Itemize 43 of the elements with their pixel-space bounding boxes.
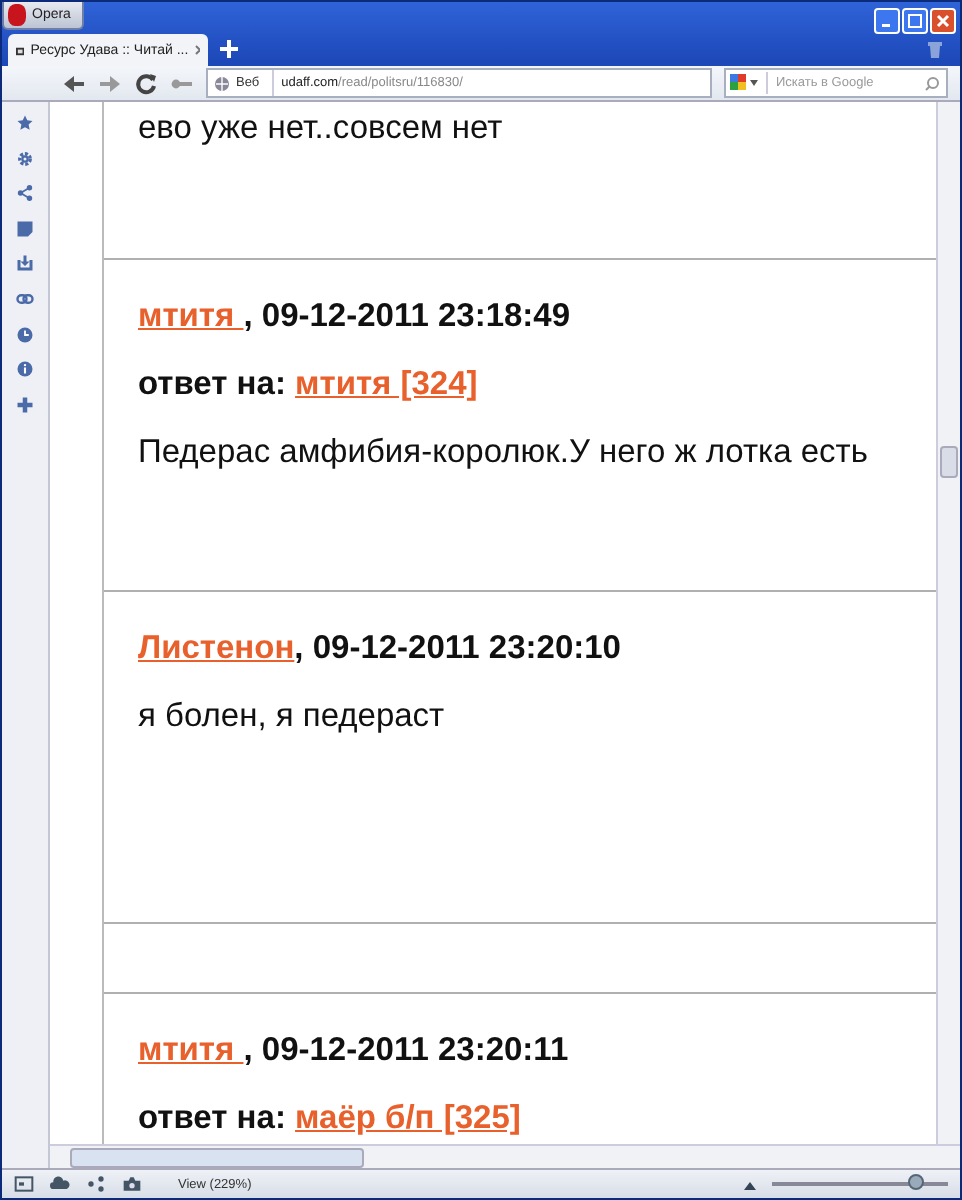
download-icon[interactable]	[16, 254, 34, 273]
comment-date: , 09-12-2011 23:20:10	[294, 630, 621, 666]
reply-label: ответ на:	[138, 366, 286, 402]
globe-icon	[214, 75, 230, 91]
info-icon[interactable]	[16, 360, 34, 379]
vertical-scrollbar[interactable]	[936, 102, 960, 1144]
horizontal-scrollbar[interactable]	[50, 1144, 960, 1168]
comment-text: ево уже нет..совсем нет	[138, 110, 503, 146]
camera-icon[interactable]	[122, 1174, 142, 1194]
cloud-icon[interactable]	[50, 1174, 70, 1194]
opera-logo-icon	[8, 4, 26, 26]
note-icon[interactable]	[16, 219, 34, 238]
reply-link[interactable]: маёр б/п [325]	[295, 1100, 521, 1136]
slider-thumb[interactable]	[908, 1174, 925, 1190]
reply-link[interactable]: мтитя [324]	[295, 366, 478, 402]
search-engine-icon[interactable]	[730, 74, 758, 92]
maximize-icon	[908, 14, 922, 28]
zoom-menu-icon[interactable]	[744, 1179, 756, 1189]
reload-icon[interactable]	[134, 71, 158, 95]
share-icon[interactable]	[86, 1174, 106, 1194]
close-button[interactable]	[930, 8, 956, 34]
add-icon[interactable]	[16, 395, 34, 414]
author-link[interactable]: мтитя	[138, 298, 244, 334]
new-tab-icon[interactable]	[220, 39, 238, 57]
share-icon[interactable]	[16, 184, 34, 203]
trash-icon[interactable]	[926, 39, 944, 57]
maximize-button[interactable]	[902, 8, 928, 34]
panel-icon[interactable]	[14, 1174, 34, 1194]
comment-text: Педерас амфибия-королюк.У него ж лотка есть	[138, 434, 870, 472]
search-icon[interactable]	[924, 75, 940, 91]
settings-icon[interactable]	[16, 149, 34, 168]
minimize-button[interactable]	[874, 8, 900, 34]
comment-date: , 09-12-2011 23:20:11	[243, 1032, 569, 1068]
reply-label: ответ на:	[138, 1100, 286, 1136]
link-icon[interactable]	[16, 289, 34, 308]
author-link[interactable]: мтитя	[138, 1032, 244, 1068]
clock-icon[interactable]	[16, 325, 34, 344]
forward-icon[interactable]	[98, 71, 122, 95]
comment-date: , 09-12-2011 23:18:49	[243, 298, 571, 334]
author-link[interactable]: Листенон	[138, 630, 295, 666]
comment-text: я болен, я педераст	[138, 698, 447, 736]
back-icon[interactable]	[62, 71, 86, 95]
bookmarks-icon[interactable]	[16, 114, 34, 132]
